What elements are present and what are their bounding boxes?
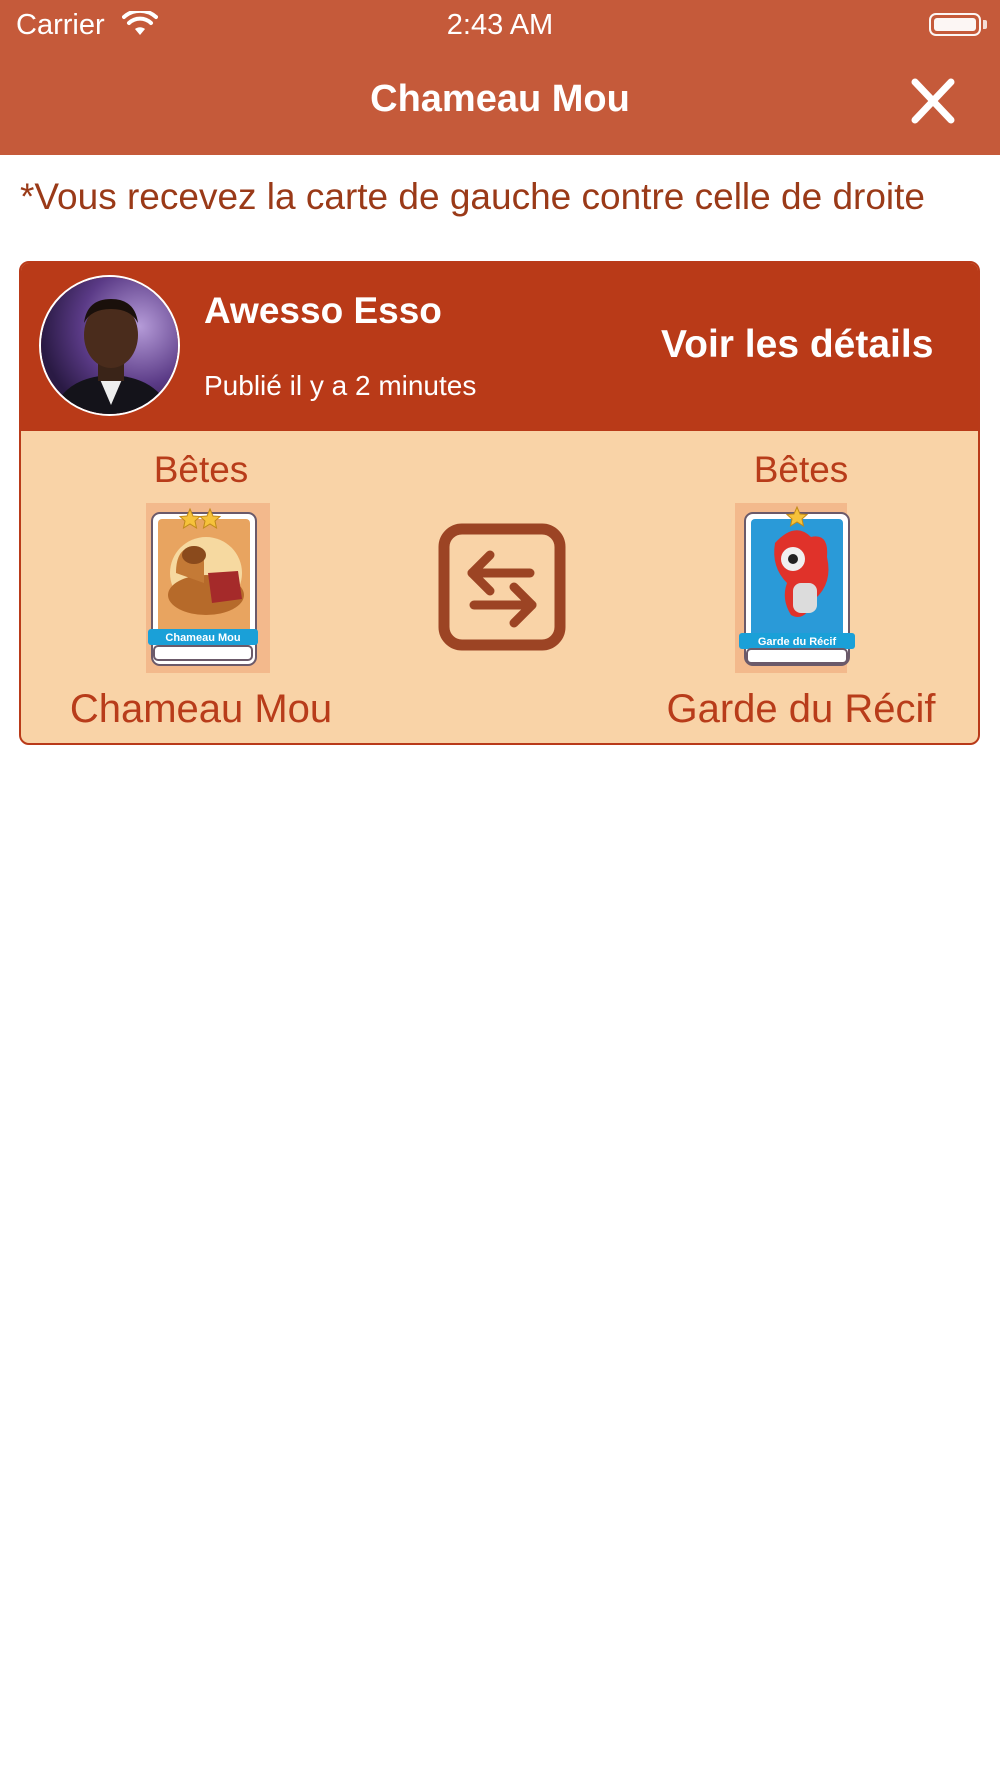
left-card-banner: Chameau Mou bbox=[165, 632, 240, 644]
left-card-category: Bêtes bbox=[153, 449, 249, 490]
battery-icon bbox=[929, 13, 981, 36]
top-bar: Carrier 2:43 AM Chameau Mou bbox=[0, 0, 1000, 155]
published-time: Publié il y a 2 minutes bbox=[204, 370, 477, 401]
battery-tip bbox=[983, 20, 987, 29]
status-time: 2:43 AM bbox=[446, 9, 554, 41]
right-card-name: Garde du Récif bbox=[666, 687, 936, 731]
right-card-category: Bêtes bbox=[753, 449, 849, 490]
right-card-image[interactable]: Garde du Récif bbox=[735, 503, 859, 673]
swap-arrows-icon[interactable] bbox=[438, 523, 566, 651]
close-icon[interactable] bbox=[905, 78, 961, 124]
view-details-button[interactable]: Voir les détails bbox=[661, 323, 933, 367]
left-card-image[interactable]: Chameau Mou bbox=[146, 503, 270, 673]
user-name: Awesso Esso bbox=[204, 290, 442, 331]
left-card-name: Chameau Mou bbox=[69, 687, 333, 731]
trade-note: *Vous recevez la carte de gauche contre … bbox=[20, 176, 926, 217]
status-bar: Carrier 2:43 AM bbox=[0, 0, 1000, 52]
trade-card: Awesso Esso Publié il y a 2 minutes Voir… bbox=[19, 261, 980, 745]
avatar[interactable] bbox=[39, 275, 180, 416]
right-card-banner: Garde du Récif bbox=[758, 636, 837, 648]
page-title: Chameau Mou bbox=[370, 78, 630, 120]
trade-card-header: Awesso Esso Publié il y a 2 minutes Voir… bbox=[21, 263, 978, 431]
